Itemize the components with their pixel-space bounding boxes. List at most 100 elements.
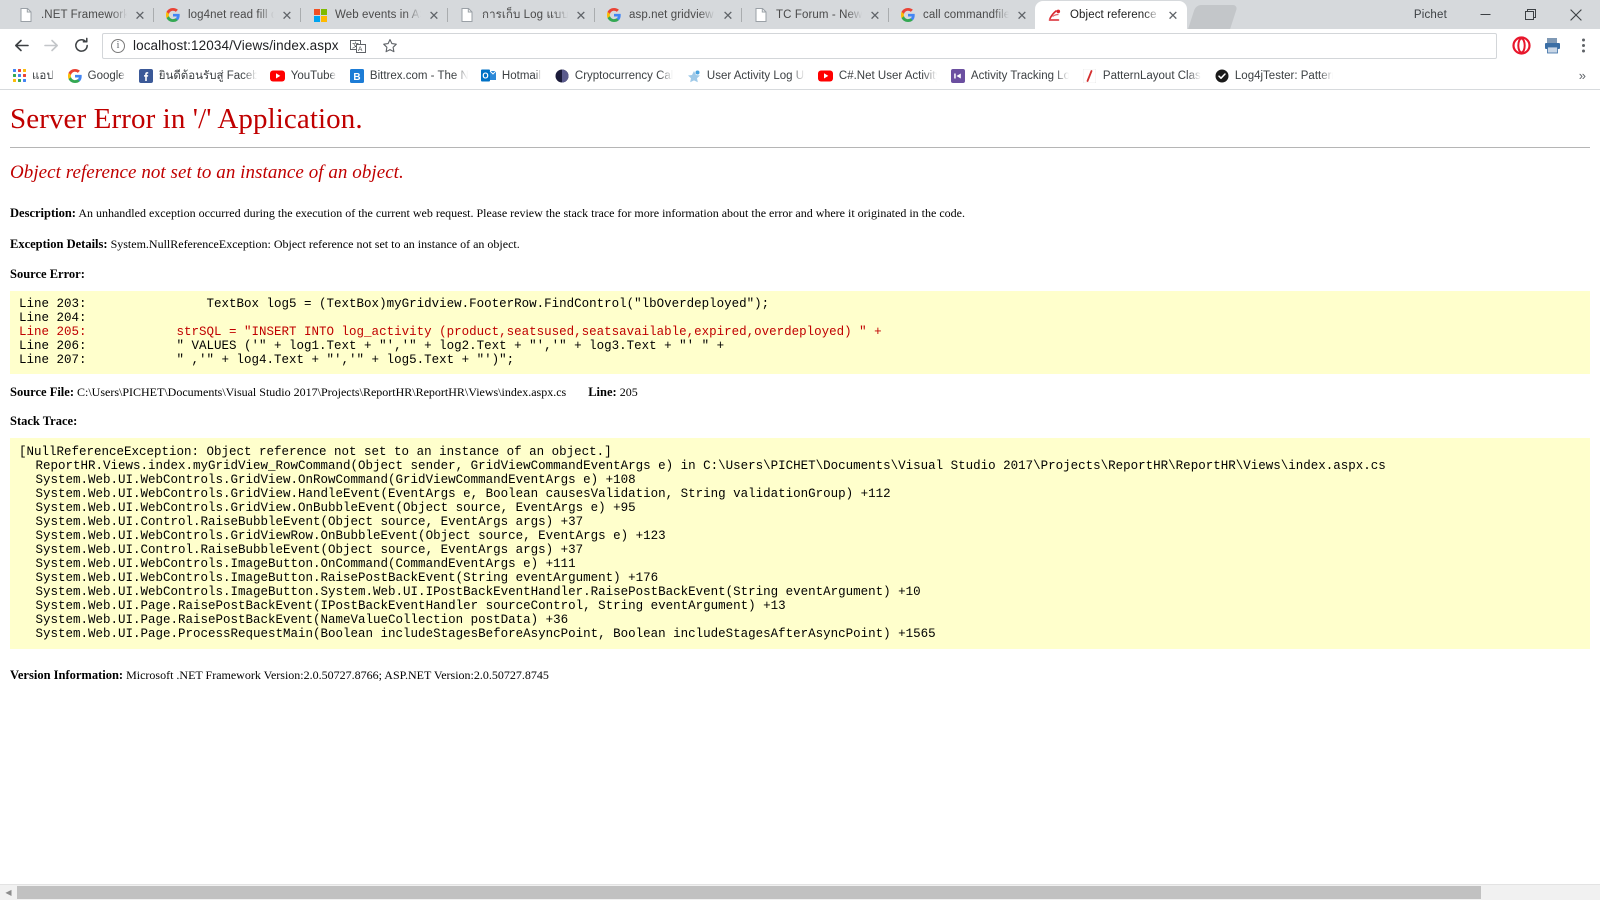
bookmark-item[interactable]: Google [62, 66, 133, 86]
bookmark-item[interactable]: C#.Net User Activity [813, 66, 945, 86]
browser-tab[interactable]: asp.net gridview up ✕ [594, 1, 742, 29]
coin-icon [554, 68, 570, 84]
bookmark-label: Bittrex.com - The Ne [370, 70, 468, 82]
tab-title: .NET Framework Ve [41, 9, 127, 21]
star-icon[interactable] [379, 35, 401, 57]
browser-tab[interactable]: .NET Framework Ve ✕ [6, 1, 154, 29]
stack-trace-line: System.Web.UI.Control.RaiseBubbleEvent(O… [19, 543, 1589, 557]
tab-close-icon[interactable]: ✕ [132, 7, 148, 23]
version-information-text: Microsoft .NET Framework Version:2.0.507… [126, 668, 549, 682]
three-dot-menu-icon[interactable] [1572, 35, 1594, 57]
bookmark-item[interactable]: B Bittrex.com - The Ne [344, 66, 476, 86]
address-bar[interactable]: i localhost:12034/Views/index.aspx 文 A [102, 33, 1497, 59]
browser-tab-active[interactable]: Object reference no✕ [1035, 1, 1187, 29]
bookmark-item[interactable]: Activity Tracking Log [945, 66, 1077, 86]
translate-icon[interactable]: 文 A [347, 35, 369, 57]
window-user-label[interactable]: Pichet [1398, 9, 1463, 21]
page-icon [18, 7, 34, 23]
purple-icon [950, 68, 966, 84]
tab-title: asp.net gridview up [629, 9, 715, 21]
scroll-left-arrow-icon[interactable]: ◀ [0, 885, 17, 900]
stack-trace-line: System.Web.UI.Control.RaiseBubbleEvent(O… [19, 515, 1589, 529]
source-code-line-text: strSQL = "INSERT INTO log_activity (prod… [87, 325, 882, 339]
browser-tab[interactable]: TC Forum - New Top ✕ [741, 1, 889, 29]
back-arrow-icon[interactable] [6, 31, 36, 61]
stack-trace-line: System.Web.UI.WebControls.GridViewRow.On… [19, 529, 1589, 543]
stack-trace-line: [NullReferenceException: Object referenc… [19, 445, 1589, 459]
bookmark-item[interactable]: ยินดีต้อนรับสู่ Facebook [133, 65, 265, 87]
window-controls: Pichet [1398, 0, 1600, 29]
source-file-label: Source File: [10, 385, 74, 399]
tab-title: call commandfiled u [923, 9, 1009, 21]
bookmark-item[interactable]: User Activity Log Usi [681, 66, 813, 86]
browser-window: .NET Framework Ve✕log4net read fill dat✕… [0, 0, 1600, 900]
source-error-label: Source Error: [10, 267, 1590, 282]
outlook-icon: O [481, 68, 497, 84]
svg-text:O: O [483, 72, 489, 81]
tab-close-icon[interactable]: ✕ [720, 7, 736, 23]
minimize-icon[interactable] [1463, 0, 1508, 29]
browser-tab[interactable]: log4net read fill dat✕ [153, 1, 301, 29]
stack-trace-line: System.Web.UI.Page.RaisePostBackEvent(IP… [19, 599, 1589, 613]
bookmark-label: Log4jTester: Pattern t [1235, 70, 1333, 82]
apps-grid-icon [11, 68, 27, 84]
bookmark-item[interactable]: Cryptocurrency Calen [549, 66, 681, 86]
tab-title: TC Forum - New Top [776, 9, 862, 21]
stack-trace-line: System.Web.UI.WebControls.ImageButton.Ra… [19, 571, 1589, 585]
bookmark-apps-label: แอป [32, 67, 54, 85]
source-code-line: Line 204: [19, 311, 1589, 325]
browser-tab[interactable]: การเก็บ Log แบบต้อง✕ [447, 1, 595, 29]
bookmark-label: YouTube [291, 70, 336, 82]
tab-title: Web events in ASP. [335, 9, 421, 21]
bookmark-label: Cryptocurrency Calen [575, 70, 673, 82]
printer-extension-icon[interactable] [1541, 35, 1563, 57]
close-icon[interactable] [1553, 0, 1598, 29]
horizontal-scrollbar[interactable]: ◀ [0, 884, 1600, 900]
tab-close-icon[interactable]: ✕ [1165, 7, 1181, 23]
bookmark-item[interactable]: OHotmail [476, 66, 549, 86]
bookmark-item[interactable]: YouTube [265, 66, 344, 86]
bookmark-label: Google [88, 70, 125, 82]
maximize-icon[interactable] [1508, 0, 1553, 29]
stack-trace-line: System.Web.UI.WebControls.GridView.OnRow… [19, 473, 1589, 487]
tab-close-icon[interactable]: ✕ [426, 7, 442, 23]
bookmark-item[interactable]: PatternLayout Class [1077, 66, 1209, 86]
source-file-line: Source File: C:\Users\PICHET\Documents\V… [10, 385, 1590, 400]
youtube-icon [270, 68, 286, 84]
browser-tab[interactable]: Web events in ASP. ✕ [300, 1, 448, 29]
stack-trace-line: System.Web.UI.WebControls.GridView.OnBub… [19, 501, 1589, 515]
description-text: An unhandled exception occurred during t… [78, 206, 965, 220]
bittrex-icon: B [349, 68, 365, 84]
source-code-line-text: TextBox log5 = (TextBox)myGridview.Foote… [87, 297, 770, 311]
bookmarks-bar: แอป Google ยินดีต้อนรับสู่ Facebook YouTub… [0, 62, 1600, 90]
source-code-line: Line 205: strSQL = "INSERT INTO log_acti… [19, 325, 1589, 339]
line-label: Line: [588, 385, 616, 399]
title-divider [10, 147, 1590, 148]
version-information-line: Version Information: Microsoft .NET Fram… [10, 665, 1590, 683]
scrollbar-track[interactable] [17, 885, 1600, 900]
stack-trace-block: [NullReferenceException: Object referenc… [10, 438, 1590, 649]
reload-icon[interactable] [66, 31, 96, 61]
stack-trace-line: ReportHR.Views.index.myGridView_RowComma… [19, 459, 1589, 473]
bookmark-item[interactable]: Log4jTester: Pattern t [1209, 66, 1341, 86]
tab-close-icon[interactable]: ✕ [279, 7, 295, 23]
source-code-line: Line 207: " ,'" + log4.Text + "','" + lo… [19, 353, 1589, 367]
source-code-line-text: " VALUES ('" + log1.Text + "','" + log2.… [87, 339, 725, 353]
stack-trace-label: Stack Trace: [10, 414, 1590, 429]
scrollbar-thumb[interactable] [17, 886, 1481, 899]
info-circle-icon[interactable]: i [111, 39, 125, 53]
tab-close-icon[interactable]: ✕ [1014, 7, 1030, 23]
svg-text:A: A [358, 46, 363, 53]
microsoft-icon [312, 7, 328, 23]
page-icon [459, 7, 475, 23]
tab-close-icon[interactable]: ✕ [867, 7, 883, 23]
opera-extension-icon[interactable] [1510, 35, 1532, 57]
google-icon [606, 7, 622, 23]
bookmark-apps[interactable]: แอป [6, 65, 62, 87]
new-tab-button[interactable] [1188, 5, 1238, 29]
browser-tab[interactable]: call commandfiled u ✕ [888, 1, 1036, 29]
source-code-line-text: " ,'" + log4.Text + "','" + log5.Text + … [87, 353, 515, 367]
bookmarks-overflow-icon[interactable]: » [1569, 68, 1596, 83]
tab-close-icon[interactable]: ✕ [573, 7, 589, 23]
source-code-line-number: Line 205: [19, 325, 87, 339]
